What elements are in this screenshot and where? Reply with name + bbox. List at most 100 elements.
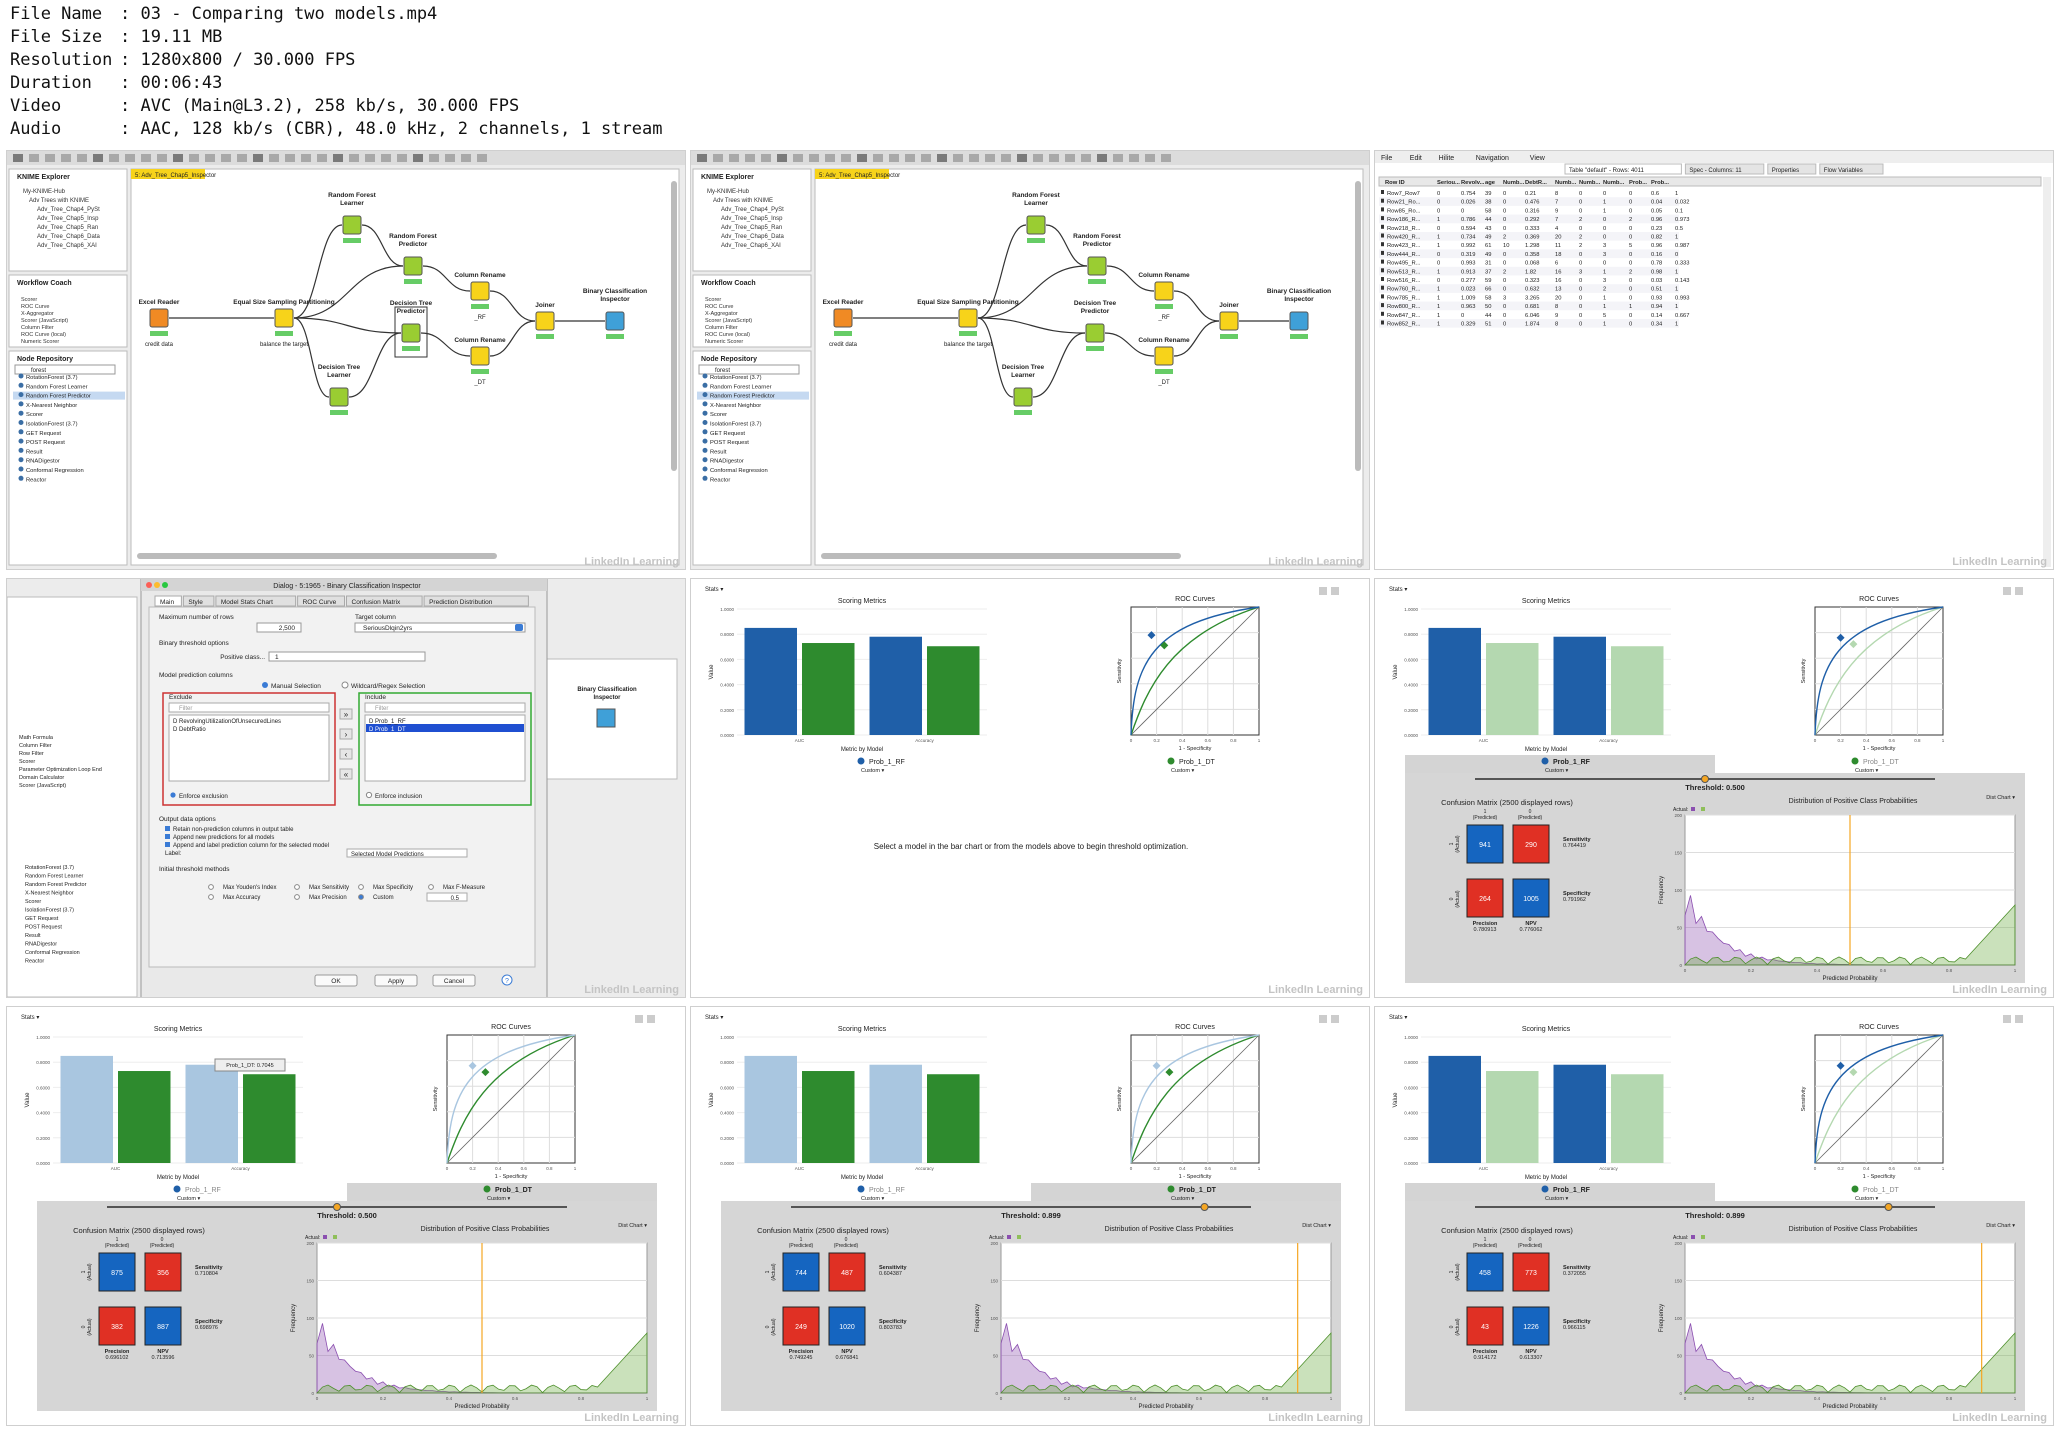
repo-item[interactable]: POST Request (25, 925, 62, 931)
dist-menu[interactable]: Dist Chart ▾ (618, 1223, 647, 1229)
toolbar-icon[interactable] (713, 154, 723, 162)
toolbar-icon[interactable] (477, 154, 487, 162)
repo-item[interactable]: POST Request (26, 440, 65, 446)
fullscreen-icon[interactable] (1331, 1015, 1339, 1023)
toolbar-icon[interactable] (173, 154, 183, 162)
menu-item[interactable]: View (1530, 155, 1546, 162)
column-header[interactable]: DebtR... (1525, 180, 1547, 186)
repo-item[interactable]: Conformal Regression (25, 950, 80, 956)
repo-item[interactable]: Reactor (710, 477, 730, 483)
include-filter-input[interactable] (364, 702, 526, 713)
explorer-item[interactable]: Adv_Tree_Chap4_PySt (721, 207, 784, 213)
model-selector-dt[interactable]: Prob_1_DT (1863, 759, 1900, 766)
workflow-node-dtp[interactable] (1085, 323, 1105, 343)
toolbar-icon[interactable] (1145, 154, 1155, 162)
custom-dropdown[interactable]: Custom ▾ (1171, 768, 1194, 774)
bar-Prob_1_DT-AUC[interactable] (1486, 643, 1539, 735)
model-selector-rf[interactable]: Prob_1_RF (869, 759, 905, 766)
knime-workflow-tile-2[interactable]: KNIME Explorer My-KNIME-Hub Adv Trees with… (690, 150, 1370, 570)
radio-threshold-method[interactable] (428, 884, 434, 890)
window-button[interactable] (146, 582, 152, 588)
radio-threshold-method[interactable] (294, 894, 300, 900)
workflow-node-insp[interactable] (596, 708, 616, 728)
coach-item[interactable]: ROC Curve (21, 304, 49, 310)
workflow-node-insp[interactable] (1289, 311, 1309, 331)
workflow-node-excel[interactable] (149, 308, 169, 328)
radio-manual[interactable] (262, 682, 268, 688)
repo-item[interactable]: Random Forest Predictor (25, 882, 87, 888)
workflow-canvas[interactable] (814, 168, 1364, 566)
coach-item[interactable]: X-Aggregator (21, 311, 54, 317)
repo-search-input[interactable] (14, 364, 116, 375)
window-button[interactable] (162, 582, 168, 588)
toolbar-icon[interactable] (825, 154, 835, 162)
workflow-node-excel[interactable] (833, 308, 853, 328)
workflow-node-rfl[interactable] (1026, 215, 1046, 235)
repo-item[interactable]: X-Nearest Neighbor (25, 891, 74, 897)
workflow-node-r1[interactable] (1154, 281, 1174, 301)
bar-Prob_1_RF-AUC[interactable] (1428, 1055, 1482, 1163)
toolbar-icon[interactable] (237, 154, 247, 162)
toolbar-icon[interactable] (397, 154, 407, 162)
menu-item[interactable]: File (1381, 155, 1392, 162)
column-header[interactable]: Row ID (1385, 180, 1405, 186)
bar-Prob_1_RF-Accuracy[interactable] (1553, 636, 1607, 735)
explorer-item[interactable]: My-KNIME-Hub (23, 189, 66, 195)
toolbar-icon[interactable] (1113, 154, 1123, 162)
toolbar-icon[interactable] (461, 154, 471, 162)
fullscreen-icon[interactable] (2015, 587, 2023, 595)
bar-Prob_1_DT-Accuracy[interactable] (243, 1074, 296, 1163)
reset-icon[interactable] (2003, 587, 2011, 595)
toolbar-icon[interactable] (697, 154, 707, 162)
toolbar-icon[interactable] (985, 154, 995, 162)
model-selector-rf[interactable]: Prob_1_RF (185, 1187, 221, 1194)
exclude-item[interactable]: D RevolvingUtilizationOfUnsecuredLines (173, 719, 281, 725)
toolbar-icon[interactable] (205, 154, 215, 162)
workflow-node-sampl[interactable] (274, 308, 294, 328)
coach-item[interactable]: Column Filter (705, 325, 738, 331)
bar-Prob_1_DT-AUC[interactable] (1486, 1071, 1539, 1163)
coach-item[interactable]: Numeric Scorer (705, 339, 743, 345)
model-selector-rf[interactable]: Prob_1_RF (869, 1187, 905, 1194)
repo-item[interactable]: RNADigestor (25, 942, 57, 948)
explorer-item[interactable]: Adv Trees with KNIME (713, 198, 773, 204)
toolbar-icon[interactable] (285, 154, 295, 162)
repo-item[interactable]: RotationForest (3.7) (25, 865, 74, 871)
toolbar-icon[interactable] (729, 154, 739, 162)
toolbar-icon[interactable] (953, 154, 963, 162)
threshold-slider-handle[interactable] (1701, 775, 1709, 783)
radio-threshold-method[interactable] (294, 884, 300, 890)
repo-item[interactable]: Conformal Regression (26, 468, 84, 474)
coach-item[interactable]: Math Formula (19, 735, 54, 741)
repo-item[interactable]: X-Nearest Neighbor (26, 403, 77, 409)
toolbar-icon[interactable] (333, 154, 343, 162)
explorer-item[interactable]: Adv_Tree_Chap6_Data (37, 234, 100, 240)
explorer-item[interactable]: Adv Trees with KNIME (29, 198, 89, 204)
explorer-item[interactable]: Adv_Tree_Chap6_Data (721, 234, 784, 240)
column-header[interactable]: age (1485, 180, 1496, 186)
workflow-node-join[interactable] (535, 311, 555, 331)
toolbar-icon[interactable] (1097, 154, 1107, 162)
repo-item[interactable]: Reactor (26, 477, 46, 483)
bar-Prob_1_RF-Accuracy[interactable] (869, 1064, 923, 1163)
bar-Prob_1_RF-AUC[interactable] (60, 1055, 114, 1163)
toolbar-icon[interactable] (77, 154, 87, 162)
column-header[interactable]: Numb... (1503, 180, 1525, 186)
menu-item[interactable]: Edit (1410, 155, 1422, 162)
coach-item[interactable]: Row Filter (19, 751, 44, 757)
toolbar-icon[interactable] (761, 154, 771, 162)
stats-menu[interactable]: Stats ▾ (1389, 587, 1407, 593)
repo-item[interactable]: Random Forest Learner (710, 384, 772, 390)
bar-Prob_1_DT-Accuracy[interactable] (927, 1074, 980, 1163)
toolbar-icon[interactable] (1129, 154, 1139, 162)
repo-item[interactable]: Random Forest Learner (26, 384, 88, 390)
explorer-item[interactable]: Adv_Tree_Chap6_XAI (37, 243, 97, 249)
toolbar-icon[interactable] (301, 154, 311, 162)
reset-icon[interactable] (1319, 1015, 1327, 1023)
bar-Prob_1_RF-AUC[interactable] (744, 1055, 798, 1163)
reset-icon[interactable] (635, 1015, 643, 1023)
toolbar-icon[interactable] (269, 154, 279, 162)
explorer-item[interactable]: Adv_Tree_Chap5_Insp (37, 216, 99, 222)
toolbar-icon[interactable] (317, 154, 327, 162)
toolbar-icon[interactable] (29, 154, 39, 162)
